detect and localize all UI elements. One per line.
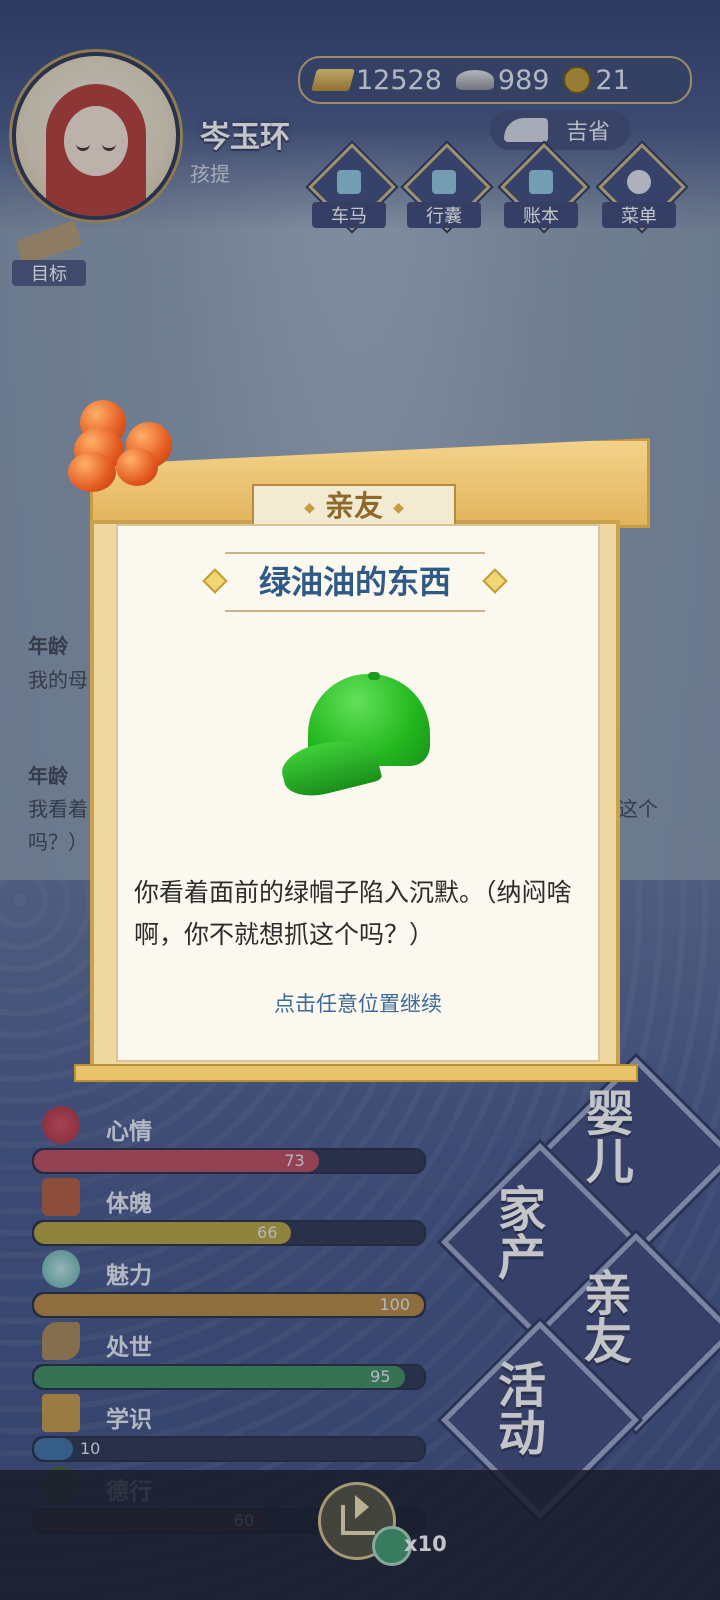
candy-decoration: [116, 448, 158, 486]
dialog-title: 绿油油的东西: [208, 552, 502, 612]
candy-decoration: [68, 452, 116, 492]
dialog-category: ◆ 亲友 ◆: [252, 484, 456, 528]
dialog-category-label: 亲友: [324, 489, 383, 523]
cap-button: [368, 672, 380, 680]
dialog-scroll-rod: [74, 1064, 638, 1082]
dialog-description: 你看着面前的绿帽子陷入沉默。（纳闷啥啊，你不就想抓这个吗？）: [134, 878, 572, 949]
continue-hint[interactable]: 点击任意位置继续: [116, 988, 600, 1018]
green-cap-image: [277, 672, 434, 803]
